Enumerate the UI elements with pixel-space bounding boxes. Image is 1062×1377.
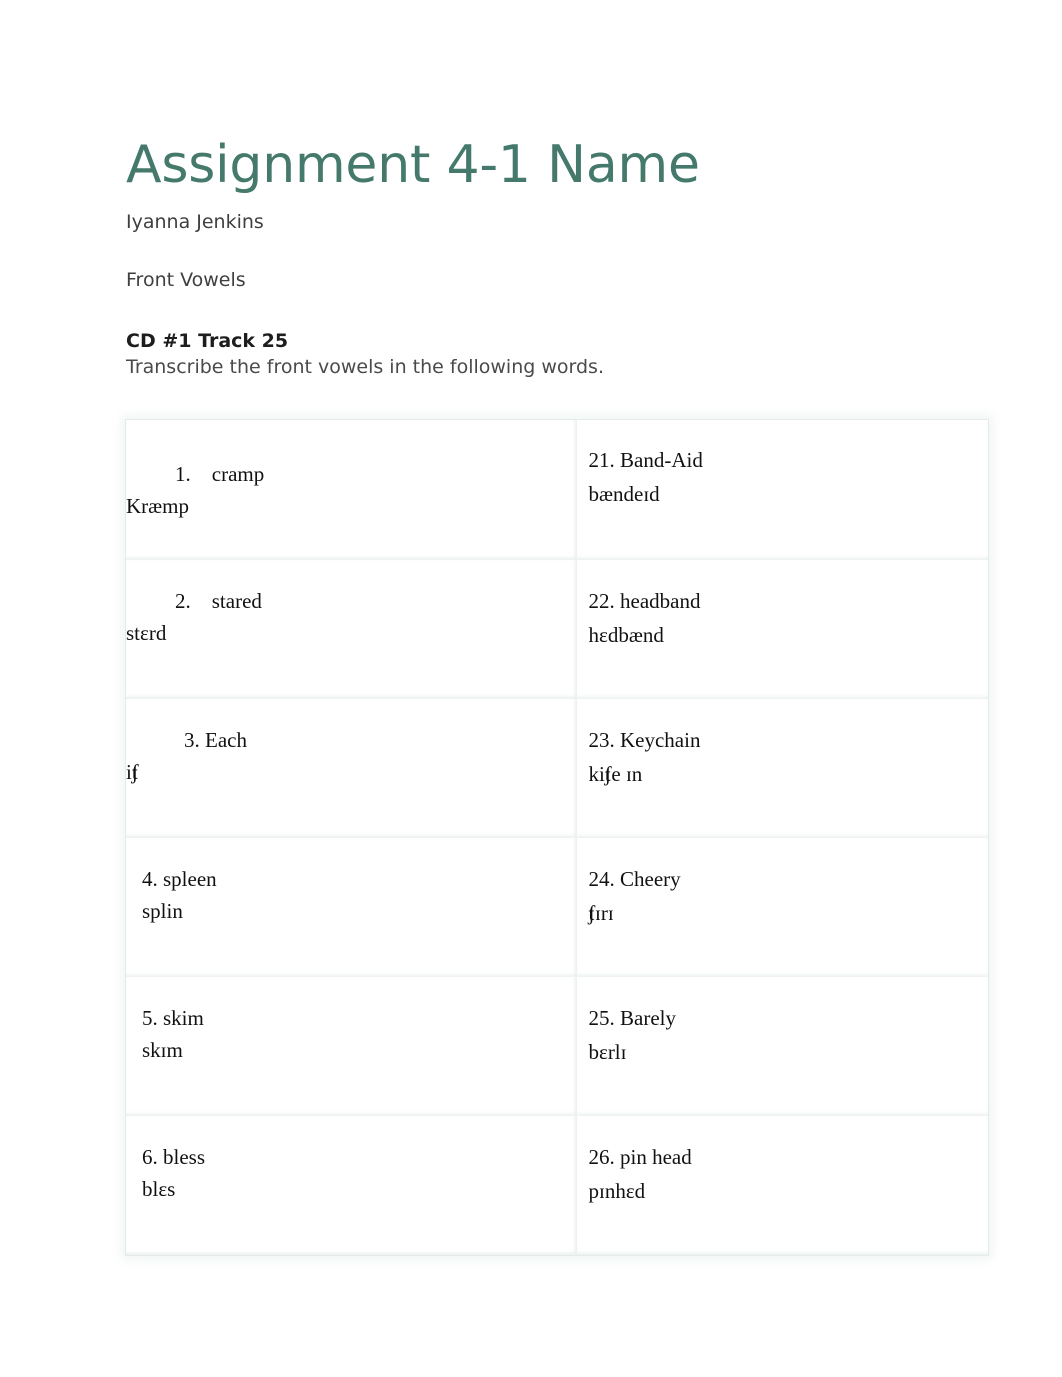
track-label: CD #1 Track 25	[126, 330, 289, 353]
table-row: 1. cramp Kræmp 21. Band-Aid bændeɪd	[126, 420, 989, 560]
ipa-transcription[interactable]: itʃ	[126, 751, 576, 783]
word-prompt: 3. Each	[184, 727, 247, 752]
table-cell-word-6[interactable]: 6. bless blɛs	[126, 1115, 577, 1255]
word-prompt: 26. pin head	[588, 1144, 692, 1169]
ipa-transcription[interactable]: bɛrlɪ	[589, 1029, 989, 1063]
ipa-transcription[interactable]: tʃ ɪrɪ	[589, 890, 989, 924]
word-prompt: 4. spleen	[142, 866, 217, 891]
table-cell-word-22[interactable]: 22. headband hɛdbænd	[576, 559, 989, 699]
word-prompt: 22. headband	[588, 588, 701, 613]
ipa-transcription[interactable]: skɪm	[142, 1029, 576, 1061]
ipa-transcription[interactable]: splin	[142, 890, 576, 922]
word-prompt: 6. bless	[142, 1144, 205, 1169]
page-title: Assignment 4-1 Name	[126, 135, 700, 195]
ipa-transcription[interactable]: kitʃ e ɪn	[589, 751, 989, 785]
table-row: 4. spleen splin 24. Cheery tʃ ɪrɪ	[126, 837, 989, 977]
table-cell-word-24[interactable]: 24. Cheery tʃ ɪrɪ	[576, 837, 989, 977]
word-prompt: 2. stared	[175, 588, 262, 613]
word-prompt: 5. skim	[142, 1005, 204, 1030]
table-cell-word-26[interactable]: 26. pin head pɪnhɛd	[576, 1115, 989, 1255]
word-prompt: 23. Keychain	[588, 727, 701, 752]
section-heading: Front Vowels	[126, 269, 246, 292]
table-cell-word-2[interactable]: 2. stared stɛrd	[126, 559, 577, 699]
table-cell-word-3[interactable]: 3. Each itʃ	[126, 698, 577, 838]
document-page: Assignment 4-1 Name Iyanna Jenkins Front…	[0, 0, 1062, 1377]
table-row: 3. Each itʃ 23. Keychain kitʃ e ɪn	[126, 698, 989, 838]
table-cell-word-4[interactable]: 4. spleen splin	[126, 837, 577, 977]
word-prompt: 1. cramp	[175, 462, 265, 487]
table-cell-word-5[interactable]: 5. skim skɪm	[126, 976, 577, 1116]
table-row: 5. skim skɪm 25. Barely bɛrlɪ	[126, 976, 989, 1116]
document-body: Assignment 4-1 Name Iyanna Jenkins Front…	[126, 135, 988, 1255]
instruction-text: Transcribe the front vowels in the follo…	[126, 355, 604, 378]
table-cell-word-23[interactable]: 23. Keychain kitʃ e ɪn	[576, 698, 989, 838]
author-name: Iyanna Jenkins	[126, 210, 264, 233]
ipa-transcription[interactable]: Kræmp	[126, 485, 576, 517]
table-cell-word-25[interactable]: 25. Barely bɛrlɪ	[576, 976, 989, 1116]
ipa-segment: ki	[588, 761, 605, 786]
ipa-transcription[interactable]: pɪnhɛd	[589, 1168, 989, 1202]
table-cell-word-1[interactable]: 1. cramp Kræmp	[126, 420, 577, 560]
ipa-segment: ɪrɪ	[595, 900, 614, 925]
table-cell-word-21[interactable]: 21. Band-Aid bændeɪd	[576, 420, 989, 560]
table-row: 2. stared stɛrd 22. headband hɛdbænd	[126, 559, 989, 699]
ipa-transcription[interactable]: stɛrd	[126, 612, 576, 644]
word-prompt: 24. Cheery	[588, 866, 681, 891]
ipa-transcription[interactable]: bændeɪd	[589, 471, 989, 505]
ipa-segment: i	[126, 759, 132, 784]
word-prompt: 25. Barely	[588, 1005, 676, 1030]
ipa-transcription[interactable]: blɛs	[142, 1168, 576, 1200]
ipa-segment: e ɪn	[611, 761, 643, 786]
transcription-table: 1. cramp Kræmp 21. Band-Aid bændeɪd 2. s…	[126, 420, 988, 1255]
ipa-transcription[interactable]: hɛdbænd	[589, 612, 989, 646]
word-prompt: 21. Band-Aid	[588, 448, 703, 473]
table-row: 6. bless blɛs 26. pin head pɪnhɛd	[126, 1115, 989, 1255]
